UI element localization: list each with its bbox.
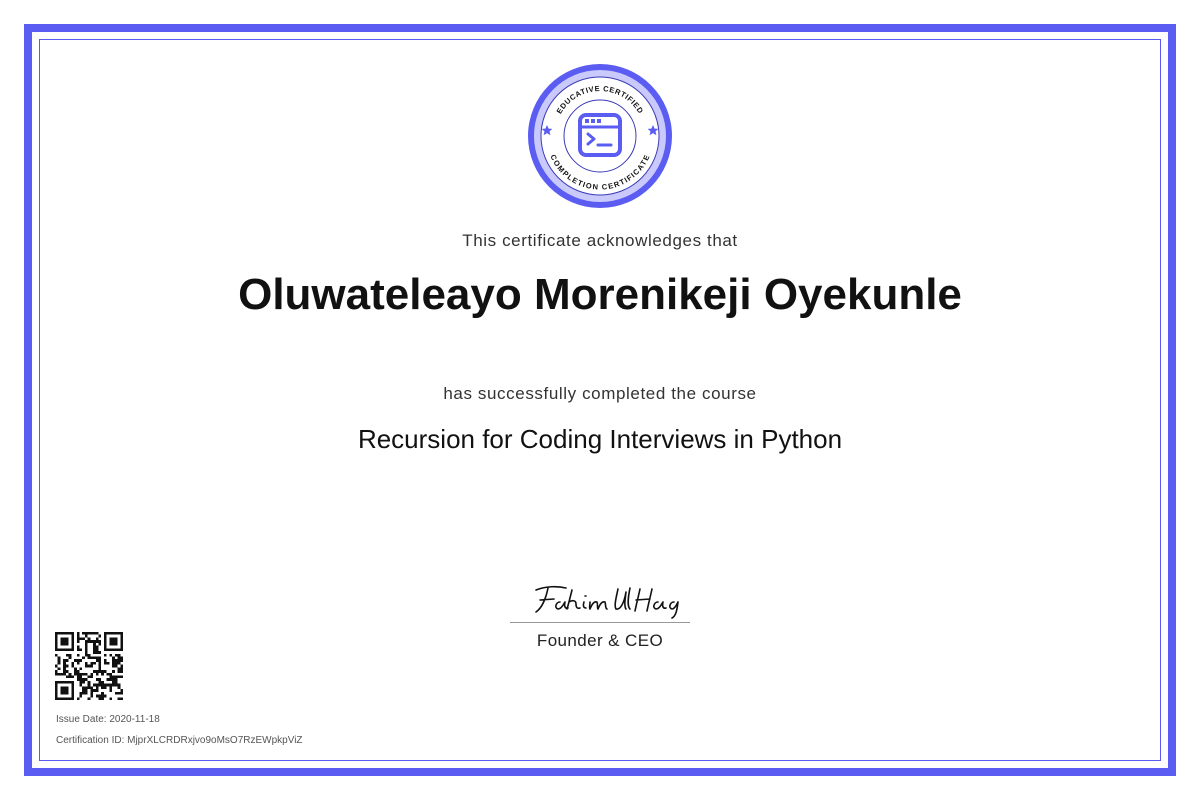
signature-line bbox=[510, 622, 690, 623]
acknowledgement-text: This certificate acknowledges that bbox=[0, 231, 1200, 251]
seal-badge-icon: EDUCATIVE CERTIFIED COMPLETION CERTIFICA… bbox=[525, 61, 675, 211]
signatory-title: Founder & CEO bbox=[0, 631, 1200, 651]
handwritten-signature-icon bbox=[510, 578, 690, 622]
certification-id: Certification ID: MjprXLCRDRxjvo9oMsO7Rz… bbox=[56, 735, 303, 746]
qr-code-icon bbox=[55, 632, 123, 700]
qr-code[interactable] bbox=[55, 632, 123, 700]
recipient-name: Oluwateleayo Morenikeji Oyekunle bbox=[0, 270, 1200, 320]
signature bbox=[510, 578, 690, 622]
completion-text: has successfully completed the course bbox=[0, 384, 1200, 404]
issue-date: Issue Date: 2020-11-18 bbox=[56, 714, 160, 725]
certification-seal: EDUCATIVE CERTIFIED COMPLETION CERTIFICA… bbox=[525, 61, 675, 211]
course-title: Recursion for Coding Interviews in Pytho… bbox=[0, 424, 1200, 455]
